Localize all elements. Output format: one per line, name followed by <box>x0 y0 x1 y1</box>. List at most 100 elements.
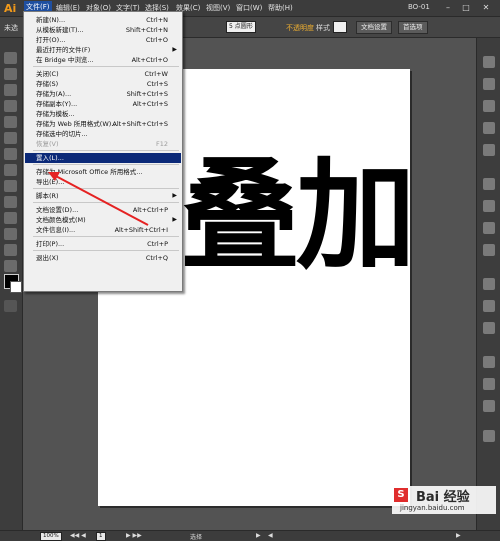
layers-panel-icon[interactable] <box>483 430 495 442</box>
watermark-logo: S <box>394 488 408 502</box>
menu-item-label: 退出(X) <box>36 254 59 262</box>
zoom-tool-icon[interactable] <box>4 260 17 272</box>
file-menu-item: 恢复(V) F12 <box>25 139 181 149</box>
gradient-panel-icon[interactable] <box>483 222 495 234</box>
menu-item-shortcut: Ctrl+N <box>146 16 168 24</box>
status-menu-arrow-icon[interactable]: ▶ <box>256 532 261 539</box>
direct-selection-tool-icon[interactable] <box>4 68 17 80</box>
rotate-tool-icon[interactable] <box>4 164 17 176</box>
warp-tool-icon[interactable] <box>4 196 17 208</box>
file-menu-item[interactable]: 存储(S) Ctrl+S <box>25 79 181 89</box>
file-menu-item[interactable]: 文件信息(I)... Alt+Shift+Ctrl+I <box>25 225 181 235</box>
minimize-icon[interactable]: – <box>440 2 456 13</box>
file-menu-item[interactable]: 存储为 Web 所用格式(W)... Alt+Shift+Ctrl+S <box>25 119 181 129</box>
menu-separator <box>33 164 179 165</box>
scrollbar-left-icon[interactable]: ◀ <box>268 532 273 539</box>
file-menu-item[interactable]: 存储为模板... <box>25 109 181 119</box>
scale-tool-icon[interactable] <box>4 180 17 192</box>
file-menu-item[interactable]: 存储副本(Y)... Alt+Ctrl+S <box>25 99 181 109</box>
file-menu-item[interactable]: 打开(O)... Ctrl+O <box>25 35 181 45</box>
menu-item-label: 新建(N)... <box>36 16 66 24</box>
file-menu-item[interactable]: 置入(L)... <box>25 153 181 163</box>
graphic-styles-panel-icon[interactable] <box>483 144 495 156</box>
menu-separator <box>33 236 179 237</box>
menu-item-shortcut: Ctrl+S <box>146 80 168 88</box>
submenu-arrow-icon: ▶ <box>172 192 177 199</box>
submenu-arrow-icon: ▶ <box>172 216 177 223</box>
menu-window[interactable]: 窗口(W) <box>236 3 262 13</box>
color-panel-icon[interactable] <box>483 56 495 68</box>
next-artboard-icon[interactable]: ▶ ▶▶ <box>126 532 142 539</box>
file-menu-item[interactable]: 文档设置(D)... Alt+Ctrl+P <box>25 205 181 215</box>
file-menu-item[interactable]: 退出(X) Ctrl+Q <box>25 253 181 263</box>
menu-item-shortcut: Ctrl+Q <box>145 254 168 262</box>
menu-item-label: 存储为(A)... <box>36 90 72 98</box>
file-menu-item[interactable]: 存储为 Microsoft Office 所用格式... <box>25 167 181 177</box>
artwork-text[interactable]: 叠加 <box>180 152 416 282</box>
file-menu-item[interactable]: 存储为(A)... Shift+Ctrl+S <box>25 89 181 99</box>
file-menu-item[interactable]: 从模板新建(T)... Shift+Ctrl+N <box>25 25 181 35</box>
gradient-tool-icon[interactable] <box>4 212 17 224</box>
file-menu-item[interactable]: 新建(N)... Ctrl+N <box>25 15 181 25</box>
appearance-panel-icon[interactable] <box>483 178 495 190</box>
selection-label: 未选 <box>4 24 18 32</box>
menu-help[interactable]: 帮助(H) <box>268 3 293 13</box>
file-menu-item[interactable]: 打印(P)... Ctrl+P <box>25 239 181 249</box>
menu-view[interactable]: 视图(V) <box>206 3 230 13</box>
align-panel-icon[interactable] <box>483 300 495 312</box>
brushes-panel-icon[interactable] <box>483 100 495 112</box>
file-menu-item[interactable]: 存储选中的切片... <box>25 129 181 139</box>
menu-item-shortcut: Alt+Ctrl+O <box>131 56 168 64</box>
menu-separator <box>33 150 179 151</box>
file-menu-item[interactable]: 最近打开的文件(F) ▶ <box>25 45 181 55</box>
brush-tool-icon[interactable] <box>4 148 17 160</box>
file-menu-item[interactable]: 脚本(R) ▶ <box>25 191 181 201</box>
menu-item-shortcut: Shift+Ctrl+S <box>126 90 168 98</box>
rectangle-tool-icon[interactable] <box>4 132 17 144</box>
opacity-label[interactable]: 不透明度 <box>286 23 314 33</box>
document-setup-button[interactable]: 文档设置 <box>356 21 392 34</box>
menu-item-label: 打印(P)... <box>36 240 65 248</box>
file-menu-item[interactable]: 导出(E)... <box>25 177 181 187</box>
style-swatch[interactable] <box>333 21 347 33</box>
line-tool-icon[interactable] <box>4 116 17 128</box>
menu-item-label: 存储副本(Y)... <box>36 100 78 108</box>
right-dock-panel <box>476 38 500 530</box>
menu-item-label: 存储选中的切片... <box>36 130 88 138</box>
tools-panel <box>0 38 23 530</box>
preferences-button[interactable]: 首选项 <box>398 21 428 34</box>
stroke-swatch[interactable] <box>10 281 22 293</box>
menu-item-label: 在 Bridge 中浏览... <box>36 56 94 64</box>
pathfinder-panel-icon[interactable] <box>483 322 495 334</box>
watermark-brand: Bai 经验 <box>416 490 470 505</box>
selection-tool-icon[interactable] <box>4 52 17 64</box>
menu-item-label: 从模板新建(T)... <box>36 26 84 34</box>
opentype-panel-icon[interactable] <box>483 400 495 412</box>
file-menu-item[interactable]: 关闭(C) Ctrl+W <box>25 69 181 79</box>
menu-item-label: 存储(S) <box>36 80 59 88</box>
swatches-panel-icon[interactable] <box>483 78 495 90</box>
app-logo: Ai <box>4 2 17 15</box>
close-icon[interactable]: ✕ <box>478 2 494 13</box>
type-tool-icon[interactable] <box>4 100 17 112</box>
file-menu-item[interactable]: 在 Bridge 中浏览... Alt+Ctrl+O <box>25 55 181 65</box>
menu-item-shortcut: Alt+Shift+Ctrl+S <box>112 120 168 128</box>
hand-tool-icon[interactable] <box>4 244 17 256</box>
window-title: BO-01 <box>408 3 430 11</box>
paragraph-panel-icon[interactable] <box>483 378 495 390</box>
color-mode-icon[interactable] <box>4 300 17 312</box>
first-artboard-icon[interactable]: ◀◀ ◀ <box>70 532 86 539</box>
stroke-profile-select[interactable]: 5 点圆形 <box>226 21 256 33</box>
maximize-icon[interactable]: □ <box>458 2 474 13</box>
stroke-panel-icon[interactable] <box>483 200 495 212</box>
menu-item-shortcut: Ctrl+W <box>144 70 168 78</box>
character-panel-icon[interactable] <box>483 356 495 368</box>
symbols-panel-icon[interactable] <box>483 122 495 134</box>
status-bar: 100% ◀◀ ◀ 1 ▶ ▶▶ 选择 ▶ ◀ ▶ <box>0 530 500 541</box>
eyedropper-tool-icon[interactable] <box>4 228 17 240</box>
transparency-panel-icon[interactable] <box>483 244 495 256</box>
file-menu-item[interactable]: 文档颜色模式(M) ▶ <box>25 215 181 225</box>
transform-panel-icon[interactable] <box>483 278 495 290</box>
scrollbar-right-icon[interactable]: ▶ <box>456 532 461 539</box>
pen-tool-icon[interactable] <box>4 84 17 96</box>
